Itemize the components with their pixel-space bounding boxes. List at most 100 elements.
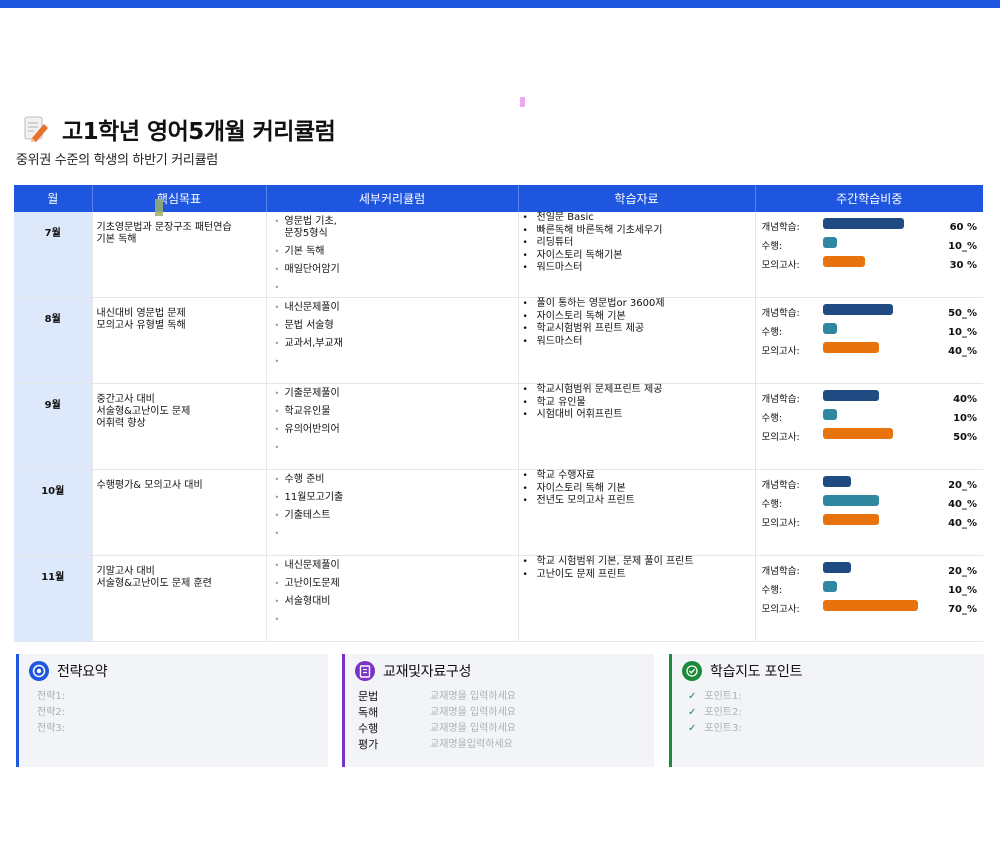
weight-percent: 50% (953, 432, 977, 443)
materials-input[interactable]: 교재명을 입력하세요 (430, 689, 516, 705)
detail-item: 기출문제풀이 (275, 388, 518, 400)
points-card-title: 학습지도 포인트 (710, 664, 803, 680)
detail-item: 학교유인물 (275, 406, 518, 418)
weight-row: 개념학습: 40% (756, 388, 984, 407)
material-item: 리딩튜터 (523, 237, 755, 250)
point-text: 포인트2: (704, 707, 742, 718)
detail-item: 고난이도문제 (275, 578, 518, 590)
weight-bar (822, 514, 879, 525)
weight-label: 개념학습: (761, 222, 800, 233)
month-cell: 7월 (14, 212, 92, 298)
weight-row: 개념학습: 50_% (756, 302, 984, 321)
weight-percent: 30 % (949, 260, 977, 271)
weight-label: 모의고사: (761, 518, 800, 529)
weight-label: 모의고사: (761, 260, 800, 271)
col-header-weight: 주간학습비중 (754, 185, 983, 212)
detail-item: 기출테스트 (275, 510, 518, 522)
table-row: 10월수행평가& 모의고사 대비수행 준비11월모고기출기출테스트학교 수행자료… (14, 469, 984, 556)
materials-card: 교재및자료구성 문법 교재명을 입력하세요 독해 교재명을 입력하세요 수행 교재명을… (342, 654, 654, 767)
detail-item: 영문법 기초, 문장5형식 (275, 216, 518, 240)
weight-row: 개념학습: 20_% (756, 474, 984, 493)
material-item: 시험대비 어휘프린트 (523, 409, 755, 422)
point-text: 포인트3: (704, 723, 742, 734)
detail-item-empty (275, 528, 518, 540)
weight-bar (822, 495, 879, 506)
materials-card-title: 교재및자료구성 (383, 664, 472, 680)
check-icon: ✓ (688, 707, 697, 718)
details-cell: 내신문제풀이고난이도문제서술형대비 (265, 555, 518, 642)
materials-key: 독해 (358, 706, 379, 719)
materials-input[interactable]: 교재명을 입력하세요 (430, 721, 516, 737)
weight-percent: 50_% (948, 308, 977, 319)
goal-cell: 중간고사 대비 서술형&고난이도 문제 어휘력 향상 (91, 383, 266, 470)
strategy-card: 전략요약 전략1: 전략2: 전략3: (16, 654, 328, 767)
weight-row: 수행: 10% (756, 407, 984, 426)
detail-item: 내신문제풀이 (275, 560, 518, 572)
detail-item-empty (275, 356, 518, 368)
weight-label: 수행: (761, 413, 783, 424)
strategy-item: 전략3: (37, 723, 66, 734)
detail-item: 유의어반의어 (275, 424, 518, 436)
detail-item-empty (275, 614, 518, 626)
material-item: 학교 수행자료 (523, 470, 755, 483)
point-item: ✓ 포인트2: (688, 705, 742, 721)
detail-item-empty (275, 442, 518, 454)
weight-row: 모의고사: 40_% (756, 512, 984, 531)
weight-percent: 10% (953, 413, 977, 424)
detail-item: 서술형대비 (275, 596, 518, 608)
weight-bar (822, 237, 837, 248)
weight-row: 개념학습: 20_% (756, 560, 984, 579)
weight-cell: 개념학습: 20_% 수행: 10_% 모의고사: 70_% (754, 555, 984, 642)
weight-row: 모의고사: 70_% (756, 598, 984, 617)
weight-bar (822, 409, 837, 420)
material-item: 고난이도 문제 프린트 (523, 569, 755, 582)
weight-label: 수행: (761, 585, 783, 596)
weight-label: 개념학습: (761, 394, 800, 405)
target-icon (29, 661, 49, 681)
point-item: ✓ 포인트3: (688, 721, 742, 737)
weight-label: 수행: (761, 499, 783, 510)
pink-marker (520, 97, 525, 107)
detail-item: 교과서,부교재 (275, 338, 518, 350)
materials-input[interactable]: 교재명을 입력하세요 (430, 705, 516, 721)
materials-cell: 천일문 Basic빠른독해 바른독해 기초세우기리딩튜터자이스토리 독해기본워드… (517, 212, 755, 298)
month-cell: 11월 (14, 555, 92, 642)
detail-item: 기본 독해 (275, 246, 518, 258)
weight-label: 모의고사: (761, 346, 800, 357)
weight-percent: 10_% (948, 327, 977, 338)
title-row: 고1학년 영어5개월 커리큘럼 (22, 112, 336, 146)
goal-text: 기초영문법과 문장구조 패턴연습 기본 독해 (96, 222, 232, 245)
materials-row: 수행 교재명을 입력하세요 (358, 721, 516, 737)
detail-item: 내신문제풀이 (275, 302, 518, 314)
strategy-card-title: 전략요약 (57, 664, 108, 680)
goal-text: 중간고사 대비 서술형&고난이도 문제 어휘력 향상 (96, 394, 191, 429)
goal-cell: 기말고사 대비 서술형&고난이도 문제 훈련 (91, 555, 266, 642)
materials-cell: 풀이 통하는 영문법or 3600제자이스토리 독해 기본학교시험범위 프린트 … (517, 297, 755, 384)
weight-label: 모의고사: (761, 432, 800, 443)
material-item: 풀이 통하는 영문법or 3600제 (523, 298, 755, 311)
page-title: 고1학년 영어5개월 커리큘럼 (62, 119, 336, 145)
weight-bar (822, 600, 918, 611)
weight-cell: 개념학습: 50_% 수행: 10_% 모의고사: 40_% (754, 297, 984, 384)
highlight-marker (155, 199, 163, 216)
weight-label: 수행: (761, 327, 783, 338)
document-pencil-icon (24, 116, 48, 142)
strategy-item: 전략1: (37, 691, 66, 702)
material-item: 워드마스터 (523, 262, 755, 275)
weight-cell: 개념학습: 20_% 수행: 40_% 모의고사: 40_% (754, 469, 984, 556)
weight-label: 개념학습: (761, 308, 800, 319)
material-item: 자이스토리 독해 기본 (523, 483, 755, 496)
weight-bar (822, 581, 837, 592)
col-header-month: 월 (14, 185, 92, 212)
check-icon: ✓ (688, 691, 697, 702)
weight-bar (822, 428, 893, 439)
details-cell: 기출문제풀이학교유인물유의어반의어 (265, 383, 518, 470)
material-item: 빠른독해 바른독해 기초세우기 (523, 225, 755, 238)
materials-key: 문법 (358, 690, 379, 703)
curriculum-table: 월 핵심목표 세부커리큘럼 학습자료 주간학습비중 7월 기초영문법과 문장구조 … (14, 185, 983, 642)
month-cell: 8월 (14, 297, 92, 384)
weight-row: 모의고사: 40_% (756, 340, 984, 359)
materials-input[interactable]: 교재명을입력하세요 (430, 737, 513, 753)
goal-cell: 수행평가& 모의고사 대비 (91, 469, 266, 556)
material-item: 자이스토리 독해기본 (523, 250, 755, 263)
